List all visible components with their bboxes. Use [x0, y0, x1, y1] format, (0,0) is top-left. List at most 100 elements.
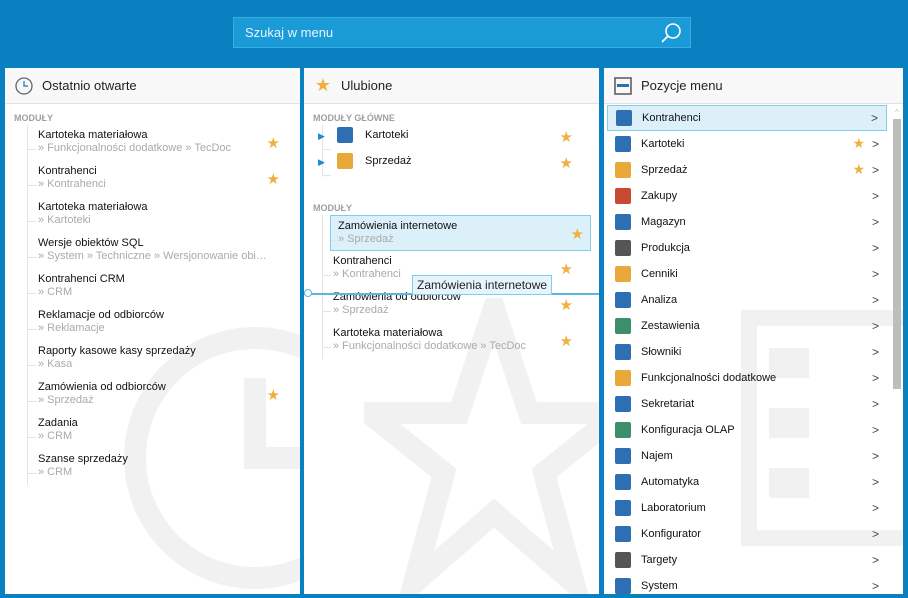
favorite-star-icon[interactable]: ★: [852, 136, 865, 151]
favorite-item[interactable]: Kartoteka materiałowa» Funkcjonalności d…: [323, 323, 599, 359]
item-path: » Sprzedaż: [38, 394, 94, 406]
module-icon: [615, 578, 631, 594]
item-path: » Funkcjonalności dodatkowe » TecDoc: [333, 340, 527, 352]
favorite-item[interactable]: Zamówienia internetowe» Sprzedaż ★: [330, 215, 591, 251]
menu-item-label: Zakupy: [641, 190, 678, 202]
menu-item[interactable]: Produkcja >: [607, 235, 887, 261]
module-icon: [616, 110, 632, 126]
favorite-star-icon[interactable]: ★: [560, 298, 573, 313]
chevron-right-icon[interactable]: >: [872, 163, 879, 177]
drop-indicator-handle: [304, 289, 312, 297]
menu-item[interactable]: System >: [607, 573, 887, 594]
item-title: Kontrahenci CRM: [38, 273, 125, 285]
section-label: MODUŁY: [14, 113, 53, 123]
chevron-right-icon[interactable]: >: [872, 371, 879, 385]
scrollbar-thumb[interactable]: [893, 119, 901, 389]
menu-item[interactable]: Automatyka >: [607, 469, 887, 495]
menu-item-label: Targety: [641, 554, 678, 566]
recent-item[interactable]: Zadania» CRM: [28, 413, 300, 449]
menu-item[interactable]: Zestawienia >: [607, 313, 887, 339]
menu-item[interactable]: Magazyn >: [607, 209, 887, 235]
menu-item[interactable]: Kartoteki ★ >: [607, 131, 887, 157]
favorite-star-icon[interactable]: ★: [852, 162, 865, 177]
item-title: Zamówienia internetowe: [338, 220, 458, 232]
menu-item[interactable]: Analiza >: [607, 287, 887, 313]
module-icon: [615, 292, 631, 308]
chevron-right-icon[interactable]: >: [872, 189, 879, 203]
favorite-star-icon[interactable]: ★: [571, 227, 584, 242]
chevron-right-icon[interactable]: >: [872, 215, 879, 229]
section-label: MODUŁY GŁÓWNE: [313, 113, 395, 123]
menu-item[interactable]: Sekretariat >: [607, 391, 887, 417]
recent-item[interactable]: Reklamacje od odbiorców» Reklamacje: [28, 305, 300, 341]
item-title: Kartoteki: [365, 129, 409, 142]
chevron-right-icon[interactable]: >: [872, 319, 879, 333]
chevron-right-icon[interactable]: >: [872, 579, 879, 593]
search-input[interactable]: Szukaj w menu: [233, 17, 691, 48]
menu-item[interactable]: Kontrahenci >: [607, 105, 887, 131]
chevron-right-icon[interactable]: >: [872, 475, 879, 489]
menu-item[interactable]: Sprzedaż ★ >: [607, 157, 887, 183]
item-path: » Kartoteki: [38, 214, 91, 226]
item-title: Reklamacje od odbiorców: [38, 309, 164, 321]
menu-item[interactable]: Funkcjonalności dodatkowe >: [607, 365, 887, 391]
favorite-main-item[interactable]: ▶ Sprzedaż ★: [318, 151, 599, 177]
menu-item[interactable]: Cenniki >: [607, 261, 887, 287]
recent-panel: Ostatnio otwarte MODUŁY Kartoteka materi…: [5, 68, 300, 594]
chevron-right-icon[interactable]: >: [872, 345, 879, 359]
chevron-right-icon[interactable]: >: [871, 111, 878, 125]
chevron-right-icon[interactable]: >: [872, 137, 879, 151]
chevron-right-icon[interactable]: >: [872, 293, 879, 307]
item-path: » Kontrahenci: [38, 178, 106, 190]
menu-item[interactable]: Słowniki >: [607, 339, 887, 365]
recent-item[interactable]: Kontrahenci CRM» CRM: [28, 269, 300, 305]
recent-item[interactable]: Zamówienia od odbiorców» Sprzedaż ★: [28, 377, 300, 413]
recent-item[interactable]: Kontrahenci» Kontrahenci ★: [28, 161, 300, 197]
chevron-right-icon[interactable]: >: [872, 449, 879, 463]
recent-item[interactable]: Wersje obiektów SQL» System » Techniczne…: [28, 233, 300, 269]
chevron-right-icon[interactable]: >: [872, 397, 879, 411]
favorite-star-icon[interactable]: ★: [560, 156, 573, 171]
favorite-star-icon[interactable]: ★: [560, 262, 573, 277]
chevron-right-icon[interactable]: >: [872, 241, 879, 255]
expand-arrow-icon[interactable]: ▶: [318, 131, 325, 142]
menu-item[interactable]: Zakupy >: [607, 183, 887, 209]
favorite-star-icon[interactable]: ★: [267, 136, 280, 151]
favorite-star-icon[interactable]: ★: [560, 334, 573, 349]
chevron-right-icon[interactable]: >: [872, 267, 879, 281]
chevron-right-icon[interactable]: >: [872, 501, 879, 515]
recent-item[interactable]: Kartoteka materiałowa» Kartoteki: [28, 197, 300, 233]
menu-item[interactable]: Laboratorium >: [607, 495, 887, 521]
search-icon[interactable]: [660, 22, 682, 44]
menu-item[interactable]: Konfiguracja OLAP >: [607, 417, 887, 443]
chevron-right-icon[interactable]: >: [872, 527, 879, 541]
menu-item[interactable]: Targety >: [607, 547, 887, 573]
kartoteki-icon: [337, 127, 353, 143]
item-path: » CRM: [38, 286, 73, 298]
recent-item[interactable]: Szanse sprzedaży» CRM: [28, 449, 300, 485]
chevron-right-icon[interactable]: >: [872, 553, 879, 567]
menu-item[interactable]: Konfigurator >: [607, 521, 887, 547]
item-path: » Funkcjonalności dodatkowe » TecDoc: [38, 142, 232, 154]
module-icon: [615, 422, 631, 438]
recent-item[interactable]: Raporty kasowe kasy sprzedaży» Kasa: [28, 341, 300, 377]
module-icon: [615, 214, 631, 230]
favorite-star-icon[interactable]: ★: [267, 388, 280, 403]
menu-item-label: Słowniki: [641, 346, 682, 358]
module-icon: [615, 266, 631, 282]
item-path: » CRM: [38, 466, 73, 478]
favorite-main-item[interactable]: ▶ Kartoteki ★: [318, 125, 599, 151]
menu-item[interactable]: Najem >: [607, 443, 887, 469]
scrollbar[interactable]: ^: [893, 108, 901, 594]
favorites-panel: ★ Ulubione MODUŁY GŁÓWNE ▶ Kartoteki ★ ▶ Spr…: [304, 68, 599, 594]
recent-item[interactable]: Kartoteka materiałowa» Funkcjonalności d…: [28, 125, 300, 161]
menu-item-label: Zestawienia: [641, 320, 700, 332]
chevron-right-icon[interactable]: >: [872, 423, 879, 437]
favorite-star-icon[interactable]: ★: [267, 172, 280, 187]
item-title: Kontrahenci: [38, 165, 97, 177]
favorite-star-icon[interactable]: ★: [560, 130, 573, 145]
item-title: Zadania: [38, 417, 78, 429]
menu-item-label: System: [641, 580, 678, 592]
expand-arrow-icon[interactable]: ▶: [318, 157, 325, 168]
drag-tooltip: Zamówienia internetowe: [412, 275, 553, 295]
